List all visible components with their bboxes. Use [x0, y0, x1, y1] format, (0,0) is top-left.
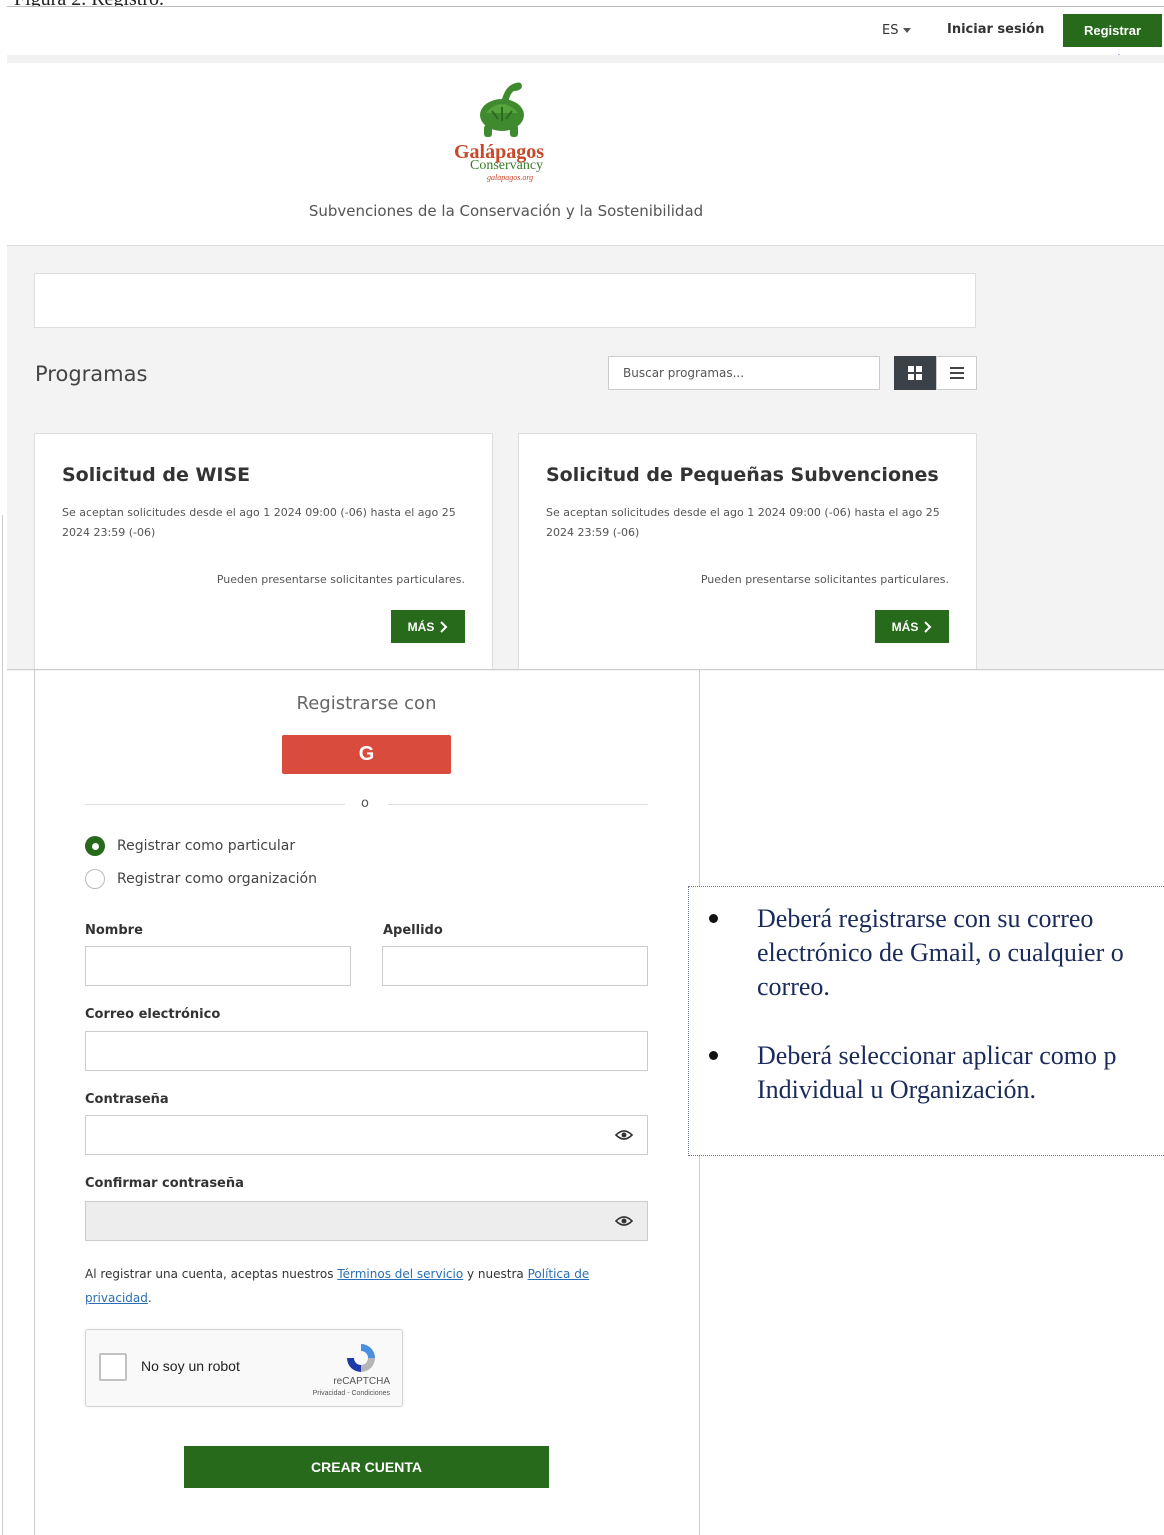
last-name-label: Apellido: [383, 923, 443, 938]
programs-title: Programas: [35, 362, 148, 386]
terms-mid: y nuestra: [463, 1267, 528, 1281]
confirm-password-field[interactable]: [85, 1201, 648, 1241]
password-field[interactable]: [85, 1115, 648, 1155]
left-edge-line: [2, 515, 3, 1535]
email-label: Correo electrónico: [85, 1007, 221, 1022]
list-view-button[interactable]: [936, 356, 977, 390]
bullet-icon: [709, 914, 718, 923]
google-signin-button[interactable]: G: [282, 735, 451, 774]
note-line: Deberá seleccionar aplicar como p: [757, 1041, 1117, 1070]
bullet-icon: [709, 1051, 718, 1060]
chevron-right-icon: [924, 620, 932, 633]
grid-view-button[interactable]: [894, 356, 936, 390]
radio-organization[interactable]: [85, 869, 105, 889]
terms-prefix: Al registrar una cuenta, aceptas nuestro…: [85, 1267, 338, 1281]
program-card: Solicitud de Pequeñas Subvenciones Se ac…: [518, 433, 977, 670]
recaptcha-checkbox[interactable]: [99, 1353, 127, 1381]
register-with-heading: Registrarse con: [296, 693, 437, 714]
terms-link[interactable]: Términos del servicio: [337, 1267, 463, 1281]
more-label: MÁS: [407, 619, 435, 634]
chevron-right-icon: [440, 620, 448, 633]
logo-url: galapagos.org: [487, 173, 534, 182]
or-text: o: [361, 796, 369, 811]
note-line: correo.: [757, 972, 830, 1001]
program-card-title: Solicitud de WISE: [62, 464, 251, 486]
program-card-note: Pueden presentarse solicitantes particul…: [700, 573, 949, 586]
note-line: Deberá registrarse con su correo: [757, 904, 1094, 933]
grid-icon: [908, 366, 922, 380]
language-label: ES: [882, 23, 899, 38]
more-button[interactable]: MÁS: [875, 610, 949, 643]
google-icon: G: [358, 743, 375, 765]
login-link[interactable]: Iniciar sesión: [947, 22, 1044, 37]
radio-individual[interactable]: [85, 836, 105, 856]
more-label: MÁS: [891, 619, 919, 634]
radio-individual-label: Registrar como particular: [117, 838, 296, 854]
language-selector[interactable]: ES: [882, 23, 912, 38]
create-account-button[interactable]: CREAR CUENTA: [184, 1446, 549, 1488]
more-button[interactable]: MÁS: [391, 610, 465, 643]
recaptcha-widget: No soy un robot reCAPTCHA Privacidad - C…: [85, 1329, 403, 1407]
radio-organization-label: Registrar como organización: [117, 871, 317, 887]
program-card-dates: Se aceptan solicitudes desde el ago 1 20…: [546, 506, 940, 539]
program-card: Solicitud de WISE Se aceptan solicitudes…: [34, 433, 493, 670]
terms-end: .: [147, 1291, 152, 1305]
recaptcha-logo-icon: [347, 1344, 375, 1372]
note-line: Individual u Organización.: [757, 1075, 1036, 1104]
announcement-banner: [34, 273, 976, 328]
recaptcha-label: No soy un robot: [141, 1358, 240, 1374]
confirm-password-label: Confirmar contraseña: [85, 1176, 244, 1191]
first-name-field[interactable]: [85, 946, 351, 986]
recaptcha-links[interactable]: Privacidad - Condiciones: [313, 1390, 390, 1397]
register-button[interactable]: Registrar: [1063, 14, 1162, 47]
terms-text: Al registrar una cuenta, aceptas nuestro…: [85, 1262, 645, 1310]
recaptcha-brand: reCAPTCHA: [333, 1376, 390, 1387]
hero-subtitle: Subvenciones de la Conservación y la Sos…: [308, 202, 704, 220]
note-line: electrónico de Gmail, o cualquier o: [757, 938, 1124, 967]
tortoise-logo-icon: [480, 82, 524, 137]
or-divider-right: [388, 804, 648, 805]
list-icon: [949, 367, 964, 379]
eye-icon[interactable]: [615, 1215, 633, 1227]
section-divider: [7, 669, 1164, 670]
last-name-field[interactable]: [382, 946, 648, 986]
program-card-dates: Se aceptan solicitudes desde el ago 1 20…: [62, 506, 456, 539]
email-field[interactable]: [85, 1031, 648, 1071]
form-border-left: [34, 670, 35, 1535]
instruction-note: Deberá registrarse con su correo electró…: [688, 886, 1164, 1156]
caret-down-icon: [903, 28, 912, 33]
search-programs-input[interactable]: [608, 356, 880, 390]
or-divider-left: [85, 804, 345, 805]
first-name-label: Nombre: [85, 923, 143, 938]
eye-icon[interactable]: [615, 1129, 633, 1141]
logo-sub: Conservancy: [470, 158, 544, 173]
program-card-title: Solicitud de Pequeñas Subvenciones: [546, 464, 939, 486]
password-label: Contraseña: [85, 1092, 169, 1107]
program-card-note: Pueden presentarse solicitantes particul…: [216, 573, 465, 586]
